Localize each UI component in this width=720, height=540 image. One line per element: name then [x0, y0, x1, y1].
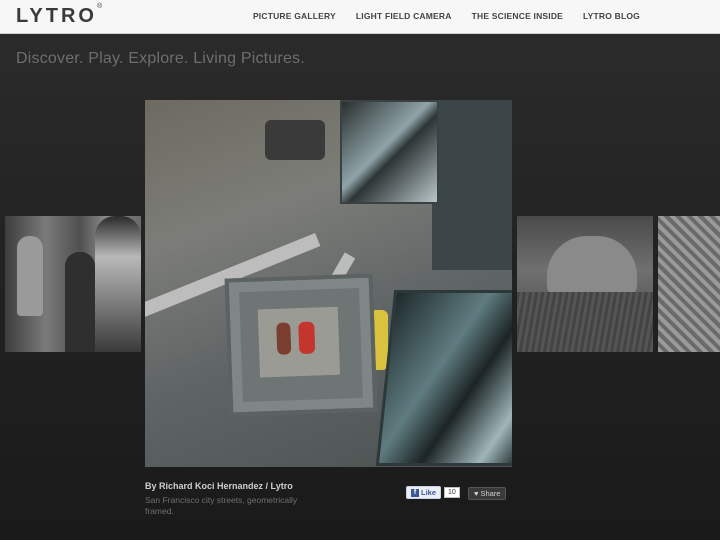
share-button[interactable]: ♥ Share [468, 487, 507, 500]
thumbnail-figure [65, 252, 95, 352]
main-nav: PICTURE GALLERY LIGHT FIELD CAMERA THE S… [253, 11, 640, 21]
caption-description: San Francisco city streets, geometricall… [145, 495, 298, 516]
hero-glass-bevel [375, 290, 512, 466]
logo-registered-mark: ® [96, 3, 103, 11]
gallery-thumbnail-right[interactable] [517, 216, 653, 352]
gallery-thumbnail-left[interactable] [5, 216, 141, 352]
living-picture-main[interactable] [145, 100, 512, 467]
picture-caption: By Richard Koci Hernandez / Lytro San Fr… [145, 481, 405, 517]
facebook-like-button[interactable]: f Like [406, 486, 442, 499]
hero-window-frame [224, 273, 378, 417]
lytro-logo[interactable]: LYTRO® [16, 3, 103, 28]
frame-person-red [298, 321, 316, 355]
logo-text: LYTRO [16, 5, 97, 27]
caption-author[interactable]: By Richard Koci Hernandez / Lytro [145, 481, 405, 491]
share-label: Share [480, 489, 501, 498]
thumbnail-grass [517, 292, 653, 352]
nav-lytro-blog[interactable]: LYTRO BLOG [583, 11, 640, 21]
like-label: Like [421, 488, 437, 497]
hero-glass-prism [340, 100, 439, 204]
thumbnail-figure [95, 216, 141, 352]
facebook-like-widget: f Like 10 [406, 486, 460, 499]
share-icon: ♥ [474, 489, 479, 498]
nav-the-science-inside[interactable]: THE SCIENCE INSIDE [472, 11, 563, 21]
thumbnail-figure [547, 236, 637, 296]
gallery-thumbnail-far-right[interactable] [658, 216, 720, 352]
nav-light-field-camera[interactable]: LIGHT FIELD CAMERA [356, 11, 452, 21]
nav-picture-gallery[interactable]: PICTURE GALLERY [253, 11, 336, 21]
like-count: 10 [444, 487, 460, 498]
hero-building [432, 100, 512, 270]
thumbnail-figure [17, 236, 43, 316]
hero-car [265, 120, 325, 160]
page-tagline: Discover. Play. Explore. Living Pictures… [16, 50, 305, 67]
facebook-icon: f [411, 488, 419, 497]
top-navigation-bar: LYTRO® PICTURE GALLERY LIGHT FIELD CAMER… [0, 0, 720, 34]
frame-person [276, 322, 292, 355]
